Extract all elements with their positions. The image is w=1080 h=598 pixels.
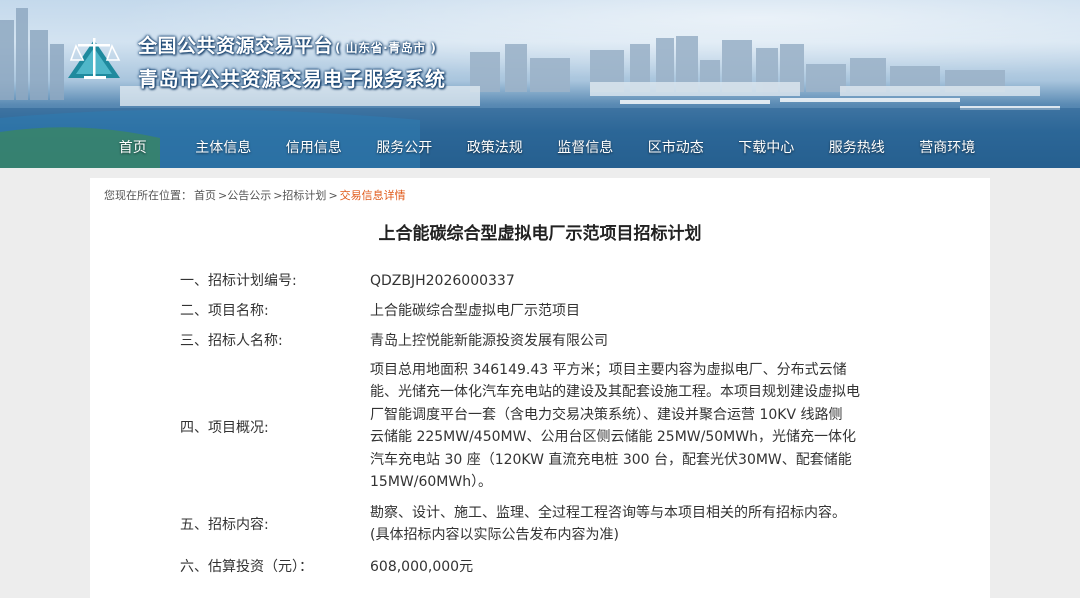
detail-line: (具体招标内容以实际公告发布内容为准) [370,527,619,544]
detail-line: 勘察、设计、施工、监理、全过程工程咨询等与本项目相关的所有招标内容。 [370,505,846,521]
detail-value: 青岛上控悦能新能源投资发展有限公司 [370,330,910,352]
detail-line: QDZBJH2026000337 [370,273,515,289]
detail-line: 能、光储充一体化汽车充电站的建设及其配套设施工程。本项目规划建设虚拟电 [370,384,860,401]
nav-item-downloads[interactable]: 下载中心 [721,137,812,157]
detail-line: 15MW/60MWh）。 [370,474,493,491]
nav-item-policies[interactable]: 政策法规 [450,137,541,157]
detail-line: 608,000,000元 [370,559,474,575]
nav-item-home[interactable]: 首页 [88,137,179,157]
logo [62,30,126,86]
breadcrumb-separator: > [328,189,338,202]
detail-line: 厂智能调度平台一套（含电力交易决策系统）、建设并聚合运营 10KV 线路侧 [370,406,843,423]
nav-item-district-news[interactable]: 区市动态 [631,137,722,157]
detail-value: QDZBJH2026000337 [370,270,910,292]
page-title: 上合能碳综合型虚拟电厂示范项目招标计划 [378,224,702,244]
breadcrumb: 您现在所在位置： 首页 >公告公示 >招标计划 > 交易信息详情 [104,187,408,203]
nav-item-credit-info[interactable]: 信用信息 [269,137,360,157]
main-content: 您现在所在位置： 首页 >公告公示 >招标计划 > 交易信息详情 上合能碳综合型虚拟电厂示… [90,178,990,598]
nav-item-hotline[interactable]: 服务热线 [812,137,903,157]
nav-item-entity-info[interactable]: 主体信息 [178,137,269,157]
nav-item-business-environment[interactable]: 营商环境 [902,137,993,157]
detail-label: 一、招标计划编号: [180,273,297,289]
detail-row-overview: 四、项目概况: 项目总用地面积 346149.43 平方米；项目主要内容为虚拟电… [180,359,900,499]
site-title: 全国公共资源交易平台( 山东省·青岛市 ) [138,31,436,58]
detail-label: 三、招标人名称: [180,333,283,349]
detail-value: 勘察、设计、施工、监理、全过程工程咨询等与本项目相关的所有招标内容。 (具体招标… [370,502,910,547]
detail-line: 汽车充电站 30 座（120KW 直流充电桩 300 台，配套光伏30MW、配套… [370,451,852,468]
breadcrumb-home[interactable]: 首页 [194,189,216,202]
detail-label: 二、项目名称: [180,303,269,319]
site-title-text: 全国公共资源交易平台 [138,35,334,57]
main-nav: 首页 主体信息 信用信息 服务公开 政策法规 监督信息 区市动态 下载中心 服务… [0,127,1080,167]
site-region: ( 山东省·青岛市 ) [335,41,437,55]
detail-label: 四、项目概况: [180,420,269,436]
detail-line: 上合能碳综合型虚拟电厂示范项目 [370,303,580,319]
detail-label: 六、估算投资（元）： [180,559,313,575]
scales-logo-icon [68,38,121,79]
detail-line: 云储能 225MW/450MW、公用台区侧云储能 25MW/50MWh，光储充一… [370,429,856,446]
nav-item-service-disclosure[interactable]: 服务公开 [359,137,450,157]
nav-item-supervision[interactable]: 监督信息 [540,137,631,157]
detail-label: 五、招标内容: [180,517,269,533]
header-banner: 全国公共资源交易平台( 山东省·青岛市 ) 青岛市公共资源交易电子服务系统 首页… [0,0,1080,168]
detail-line: 项目总用地面积 346149.43 平方米；项目主要内容为虚拟电厂、分布式云储 [370,362,847,378]
breadcrumb-current: 交易信息详情 [339,189,406,202]
breadcrumb-tender-plan[interactable]: >招标计划 [273,189,326,202]
detail-value: 608,000,000元 [370,556,910,578]
site-subtitle: 青岛市公共资源交易电子服务系统 [138,67,446,91]
detail-value: 项目总用地面积 346149.43 平方米；项目主要内容为虚拟电厂、分布式云储 … [370,359,910,493]
breadcrumb-notices[interactable]: >公告公示 [218,189,271,202]
detail-value: 上合能碳综合型虚拟电厂示范项目 [370,300,910,322]
breadcrumb-prefix: 您现在所在位置： [104,189,192,202]
detail-line: 青岛上控悦能新能源投资发展有限公司 [370,333,608,349]
